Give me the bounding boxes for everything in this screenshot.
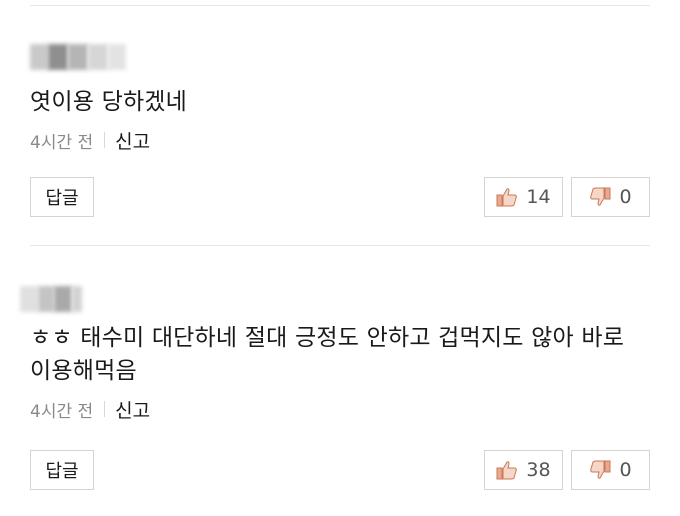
comment-divider [30, 245, 650, 246]
thumbs-down-icon [589, 460, 611, 480]
dislike-button[interactable]: 0 [571, 450, 650, 490]
dislike-button[interactable]: 0 [571, 177, 650, 217]
like-button[interactable]: 38 [484, 450, 563, 490]
comment-text: 엿이용 당하겠네 [30, 89, 188, 115]
like-count: 14 [526, 186, 551, 208]
top-divider [30, 5, 650, 6]
comment-text: ㅎㅎ 태수미 대단하네 절대 긍정도 안하고 겁먹지도 않아 바로 이용해먹음 [30, 325, 625, 384]
author-name-blurred [30, 44, 650, 70]
thumbs-up-icon [496, 460, 518, 480]
reply-button[interactable]: 답글 [30, 450, 94, 490]
comment-time: 4시간 전 [30, 132, 94, 153]
meta-separator [104, 132, 106, 148]
thumbs-up-icon [496, 187, 518, 207]
reply-button[interactable]: 답글 [30, 177, 94, 217]
like-count: 38 [526, 459, 551, 481]
thumbs-down-icon [589, 187, 611, 207]
comment-item: 엿이용 당하겠네 4시간 전 신고 답글 14 0 [30, 44, 650, 217]
report-link[interactable]: 신고 [115, 396, 150, 423]
author-name-blurred [20, 286, 650, 312]
meta-separator [104, 401, 106, 417]
like-button[interactable]: 14 [484, 177, 563, 217]
comment-item: ㅎㅎ 태수미 대단하네 절대 긍정도 안하고 겁먹지도 않아 바로 이용해먹음 … [20, 286, 650, 490]
comment-time: 4시간 전 [30, 401, 94, 422]
report-link[interactable]: 신고 [115, 127, 150, 154]
dislike-count: 0 [619, 186, 632, 208]
dislike-count: 0 [619, 459, 632, 481]
